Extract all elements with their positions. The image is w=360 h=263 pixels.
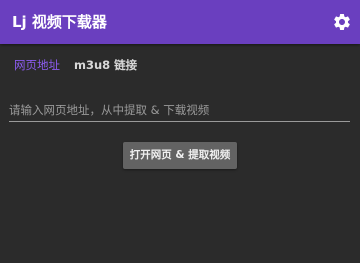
gear-icon[interactable] [332, 12, 352, 32]
open-and-extract-button[interactable]: 打开网页 & 提取视频 [123, 142, 237, 169]
tab-bar: 网页地址 m3u8 链接 [0, 44, 360, 86]
app-bar: Lj 视频下载器 [0, 0, 360, 44]
tab-m3u8-link[interactable]: m3u8 链接 [74, 44, 137, 86]
tab-web-url[interactable]: 网页地址 [14, 44, 60, 86]
app-window: Lj 视频下载器 网页地址 m3u8 链接 打开网页 & 提取视频 [0, 0, 360, 263]
app-title: Lj 视频下载器 [12, 13, 107, 31]
url-input[interactable] [9, 100, 350, 122]
